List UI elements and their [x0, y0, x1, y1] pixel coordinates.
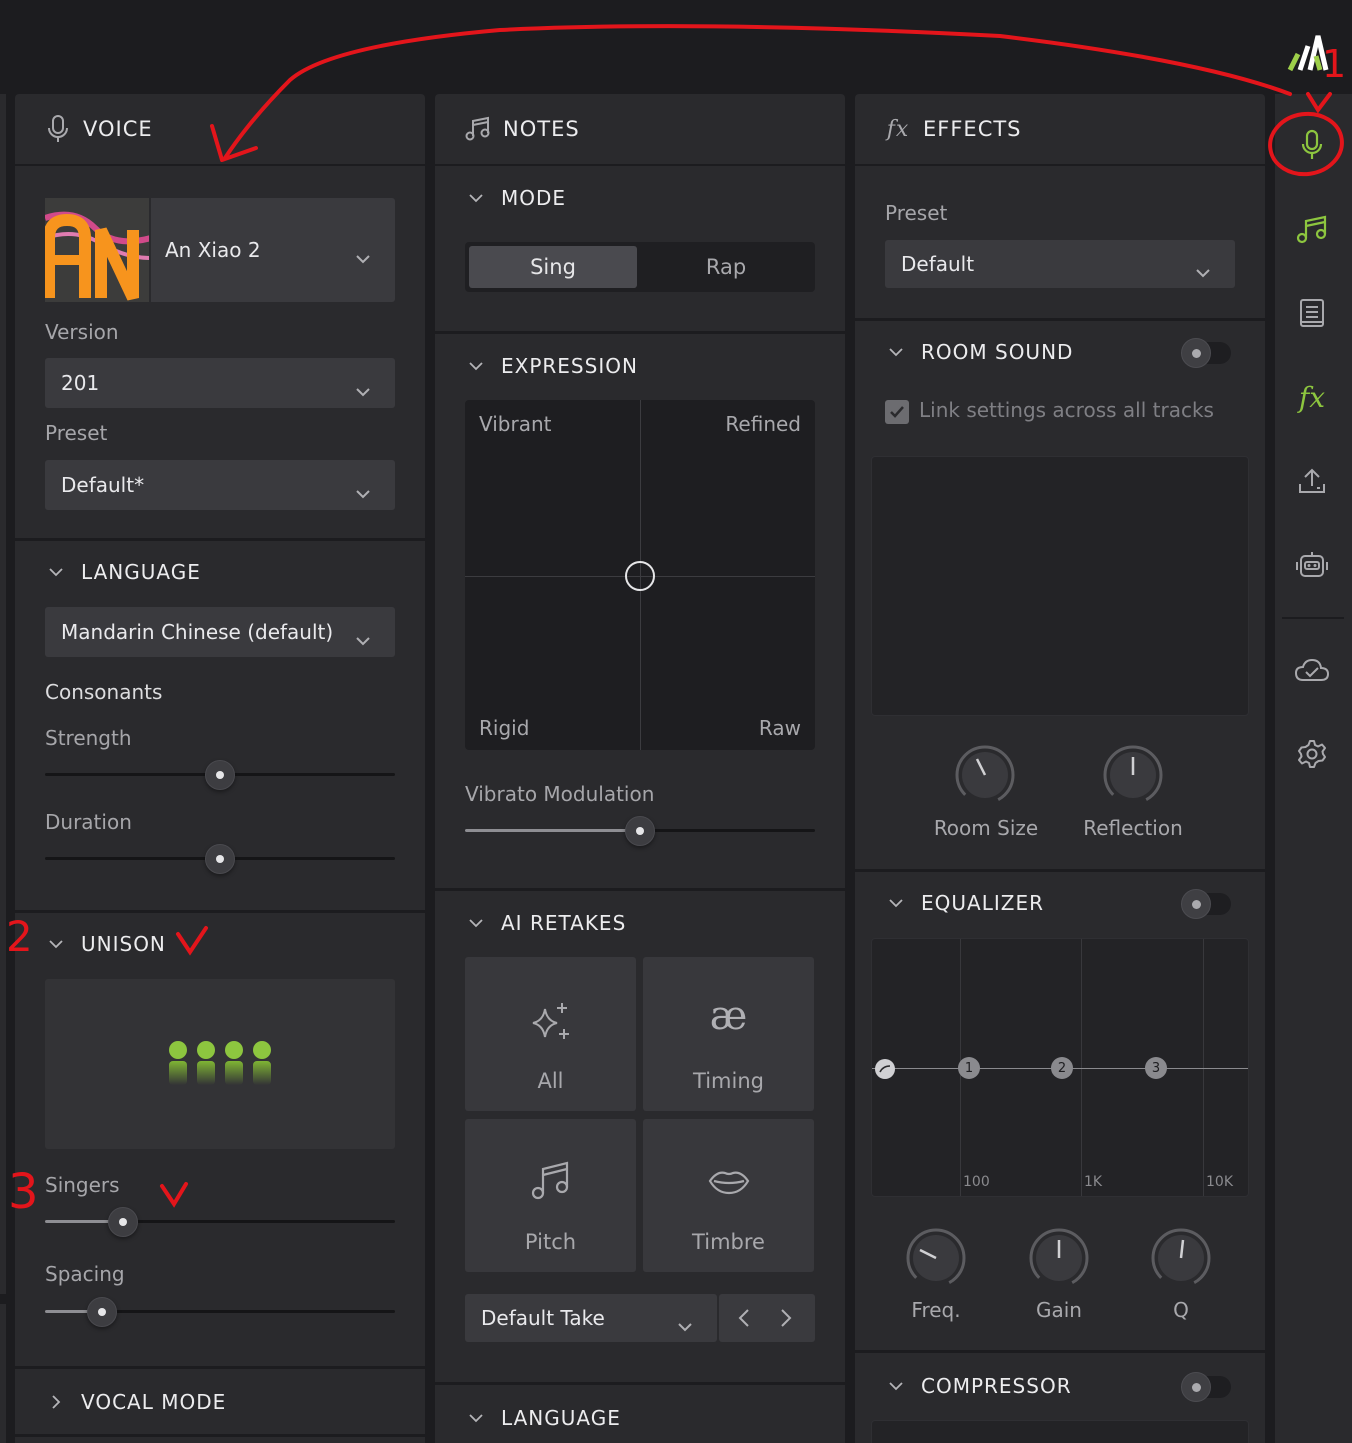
annotation-number-3: 3 [8, 1164, 39, 1220]
annotation-number-2: 2 [6, 912, 33, 961]
annotation-number-1: 1 [1322, 42, 1347, 86]
annotation-overlay [160, 24, 1344, 1208]
